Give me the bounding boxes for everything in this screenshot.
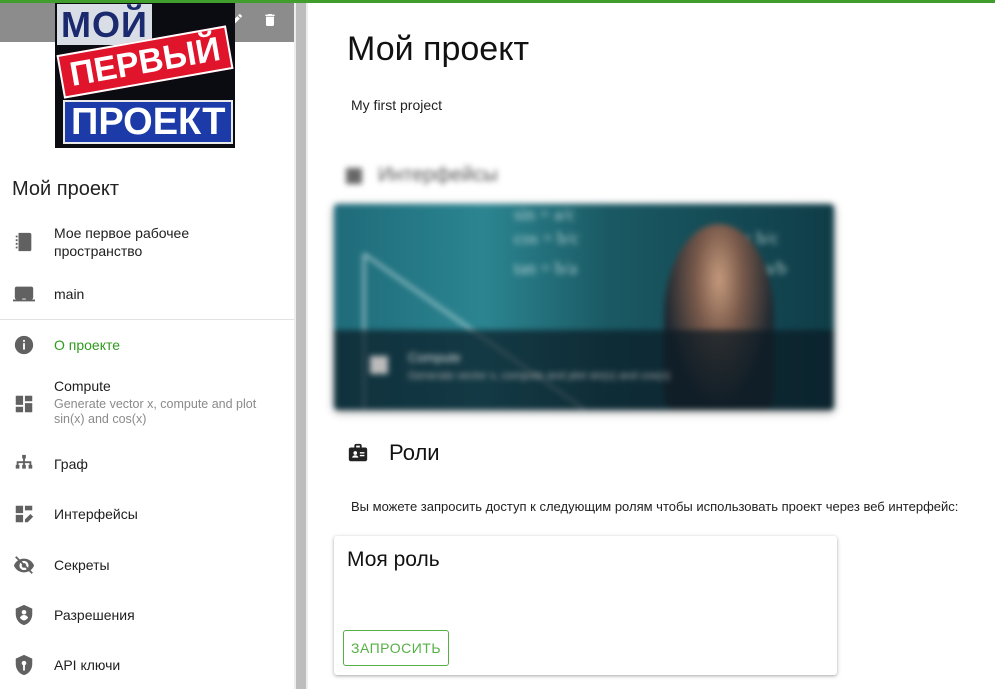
dashboard-icon	[12, 392, 36, 416]
sidebar-item-subtitle: Generate vector x, compute and plot sin(…	[54, 397, 257, 426]
top-progress-line	[0, 0, 995, 3]
logo-line-1: МОЙ	[57, 4, 152, 46]
request-role-button[interactable]: ЗАПРОСИТЬ	[343, 630, 449, 666]
interface-card-image[interactable]: sin = a/c cos = b/c tan = b/a cosα = b/c…	[334, 204, 834, 410]
roles-description: Вы можете запросить доступ к следующим р…	[351, 499, 959, 514]
graph-icon	[12, 452, 36, 476]
sidebar-item-title: Compute	[54, 378, 111, 394]
sidebar-item-label: API ключи	[54, 657, 121, 673]
interfaces-header: Интерфейсы	[346, 164, 498, 187]
sidebar-item-label: Граф	[54, 456, 88, 472]
sidebar: МОЙ ПЕРВЫЙ ПРОЕКТ Мой проект Мое первое …	[0, 0, 294, 689]
sidebar-item-label: О проекте	[54, 337, 121, 353]
sidebar-item-permissions[interactable]: Разрешения	[0, 603, 294, 627]
logo-line-3: ПРОЕКТ	[63, 100, 234, 144]
badge-icon	[347, 442, 369, 464]
interfaces-title: Интерфейсы	[378, 164, 498, 186]
sidebar-item-graph[interactable]: Граф	[0, 452, 294, 476]
sidebar-item-label: Интерфейсы	[54, 506, 138, 522]
sidebar-scrollbar[interactable]	[294, 0, 308, 689]
computer-icon	[12, 282, 36, 306]
sidebar-item-workspace[interactable]: Мое первое рабочее пространство	[0, 224, 294, 264]
interface-icon	[346, 167, 362, 184]
roles-title: Роли	[389, 440, 440, 465]
eye-off-icon	[12, 553, 36, 577]
sidebar-project-name: Мой проект	[12, 178, 120, 200]
project-description: My first project	[351, 97, 443, 113]
role-card: Моя роль ЗАПРОСИТЬ	[334, 536, 837, 675]
key-shield-icon	[12, 653, 36, 677]
sidebar-item-main[interactable]: main	[0, 282, 294, 306]
interface-card-title: Compute	[408, 350, 461, 365]
shield-icon	[12, 603, 36, 627]
interfaces-section-blurred: Интерфейсы sin = a/c cos = b/c tan = b/a…	[326, 160, 856, 430]
formula-text: sin = a/c	[514, 204, 576, 224]
sidebar-item-about[interactable]: О проекте	[0, 333, 294, 357]
main-content: Мой проект My first project Интерфейсы s…	[308, 0, 995, 689]
sidebar-item-compute[interactable]: Compute Generate vector x, compute and p…	[0, 377, 294, 431]
notebook-icon	[12, 230, 36, 254]
interface-card-subtitle: Generate vector x, compute and plot sin(…	[408, 370, 671, 382]
info-icon	[12, 333, 36, 357]
delete-icon[interactable]	[260, 10, 280, 30]
dashboard-icon	[370, 356, 388, 374]
sidebar-item-label: Секреты	[54, 557, 110, 573]
roles-header: Роли	[347, 440, 440, 466]
sidebar-item-label: Мое первое рабочее пространство	[54, 225, 190, 259]
sidebar-item-label: main	[54, 286, 85, 302]
project-logo: МОЙ ПЕРВЫЙ ПРОЕКТ	[55, 0, 235, 148]
interface-icon	[12, 502, 36, 526]
page-title: Мой проект	[347, 30, 530, 68]
sidebar-item-label: Разрешения	[54, 607, 135, 623]
sidebar-item-api-keys[interactable]: API ключи	[0, 653, 294, 677]
scrollbar-thumb[interactable]	[296, 0, 306, 689]
sidebar-item-interfaces[interactable]: Интерфейсы	[0, 502, 294, 526]
role-title: Моя роль	[347, 548, 440, 571]
sidebar-item-secrets[interactable]: Секреты	[0, 553, 294, 577]
sidebar-item-label: Compute Generate vector x, compute and p…	[54, 377, 279, 427]
interface-card-footer: Compute Generate vector x, compute and p…	[334, 330, 834, 410]
sidebar-divider	[0, 319, 294, 320]
